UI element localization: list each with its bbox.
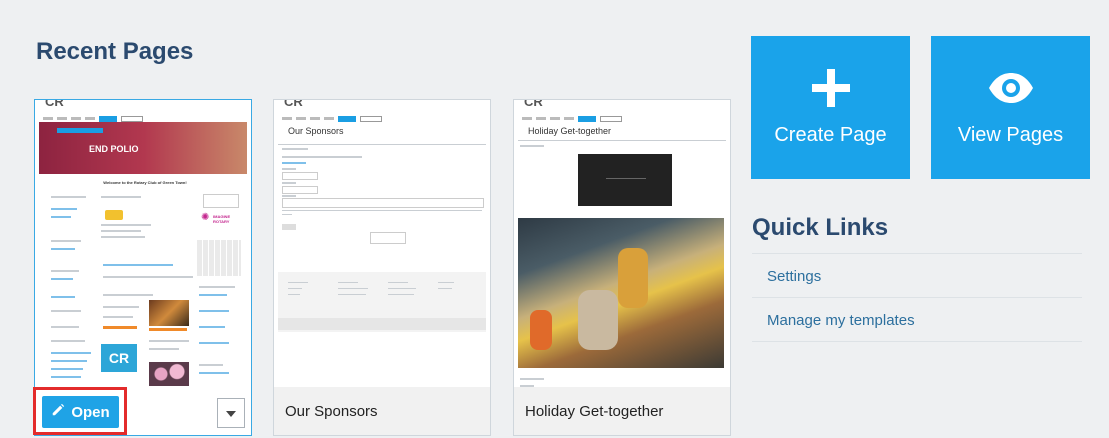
page-thumbnail[interactable]: CR END POLIO Welcome to the Rotary Club … [39,100,247,390]
divider [752,253,1082,254]
thumb-submit [282,224,296,230]
thumb-logo: CR [524,100,543,109]
thumb-hero-button [57,128,103,133]
thumb-heading: Our Sponsors [288,126,344,136]
thumb-rotary-badge [105,210,123,220]
caret-down-icon [226,404,236,422]
divider [752,341,1082,342]
thumb-flower-image [149,362,189,386]
open-button[interactable]: Open [42,396,119,428]
thumb-footer-bar [278,318,486,330]
thumb-food-image [149,300,189,326]
thumb-textarea [282,198,484,208]
view-pages-button[interactable]: View Pages [931,36,1090,179]
open-label: Open [71,403,110,421]
eye-icon [987,70,1035,106]
thumb-input [282,172,318,180]
recent-pages-title: Recent Pages [36,38,194,65]
thumb-orange-text-2 [149,328,187,331]
thumb-imagine-logo: ✺ [201,212,210,223]
recent-page-card[interactable]: CR Our Sponsors Our Sponsors [273,99,491,436]
page-thumbnail[interactable]: CR Our Sponsors [278,100,486,390]
thumb-calendar [197,240,241,276]
thumb-logo: CR [284,100,303,109]
thumb-hero-text: END POLIO [89,144,139,154]
divider [752,297,1082,298]
thumb-heading: Holiday Get-together [528,126,612,136]
page-thumbnail[interactable]: CR Holiday Get-together [518,100,726,390]
thumb-orange-text [103,326,137,329]
card-title[interactable]: Holiday Get-together [525,403,663,420]
view-pages-label: View Pages [957,124,1064,146]
thumb-photo-detail [530,310,552,350]
thumb-nav [522,110,722,122]
quick-links-title: Quick Links [752,214,889,241]
create-page-label: Create Page [774,124,887,146]
thumb-input [282,186,318,194]
card-options-dropdown[interactable] [217,398,245,428]
pencil-icon [51,403,65,421]
thumb-logo: CR [45,100,64,109]
settings-link[interactable]: Settings [767,268,821,285]
thumb-cr-logo: CR [101,344,137,372]
thumb-video [578,154,672,206]
thumb-captcha [370,232,406,244]
thumb-welcome: Welcome to the Rotary Club of Green Town… [103,180,187,185]
recent-page-card[interactable]: CR END POLIO Welcome to the Rotary Club … [34,99,252,436]
recent-page-card[interactable]: CR Holiday Get-together Holiday Get-toge… [513,99,731,436]
thumb-imagine-text: IMAGINE ROTARY [213,214,231,224]
manage-templates-link[interactable]: Manage my templates [767,312,915,329]
thumb-photo-detail [578,290,618,350]
create-page-button[interactable]: Create Page [751,36,910,179]
thumb-nav [282,110,482,122]
card-title[interactable]: Our Sponsors [285,403,378,420]
thumb-input [203,194,239,208]
thumb-photo-detail [618,248,648,308]
thumb-nav [43,110,243,122]
plus-icon [811,69,850,107]
